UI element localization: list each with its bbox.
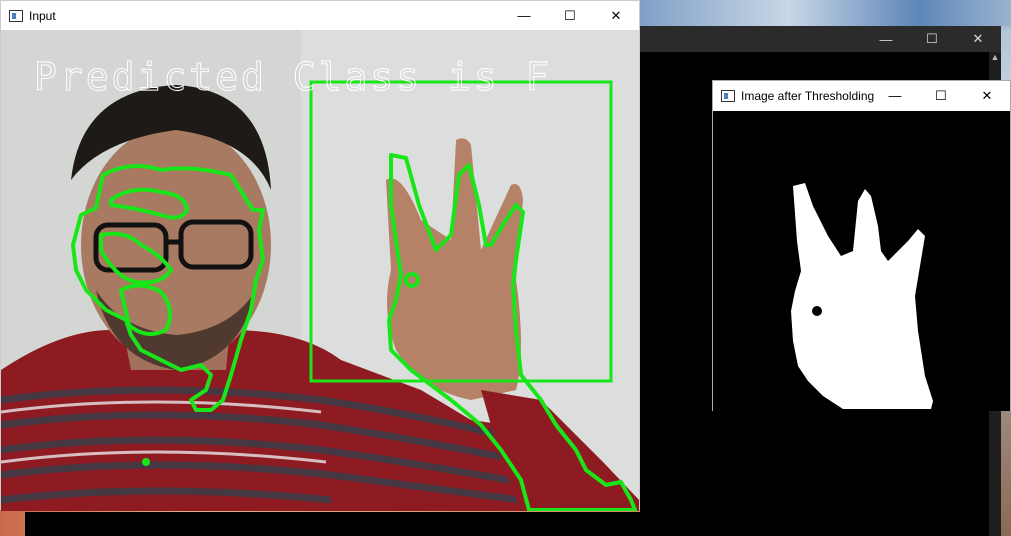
input-window-controls: — ☐ ✕ [501,1,639,30]
window-app-icon [9,9,23,22]
threshold-mask [713,111,1010,411]
prediction-text: Predicted Class is F [34,55,552,99]
input-window-titlebar[interactable]: Input — ☐ ✕ [1,1,639,30]
scroll-up-icon[interactable]: ▲ [989,52,1001,62]
console-strip [25,512,640,536]
input-window-title: Input [29,8,56,23]
threshold-window[interactable]: Image after Thresholding — ☐ ✕ [712,80,1011,411]
background-window-titlebar[interactable]: — ☐ ✕ [637,26,1001,52]
maximize-button[interactable]: ☐ [547,1,593,30]
threshold-image [713,111,1010,411]
minimize-button[interactable]: — [501,1,547,30]
camera-frame-image: Predicted Class is F [1,30,639,511]
close-button[interactable]: ✕ [964,81,1010,110]
threshold-window-titlebar[interactable]: Image after Thresholding — ☐ ✕ [713,81,1010,110]
camera-frame: Predicted Class is F [1,30,639,511]
window-app-icon [721,89,735,102]
background-window-controls: — ☐ ✕ [863,26,1001,55]
close-button[interactable]: ✕ [955,26,1001,52]
minimize-button[interactable]: — [872,81,918,110]
maximize-button[interactable]: ☐ [918,81,964,110]
input-window[interactable]: Input — ☐ ✕ Predicted Class is F [0,0,640,511]
desktop-sky [640,0,1011,26]
threshold-window-controls: — ☐ ✕ [872,81,1010,110]
minimize-button[interactable]: — [863,26,909,52]
close-button[interactable]: ✕ [593,1,639,30]
threshold-window-title: Image after Thresholding [741,88,875,103]
maximize-button[interactable]: ☐ [909,26,955,52]
